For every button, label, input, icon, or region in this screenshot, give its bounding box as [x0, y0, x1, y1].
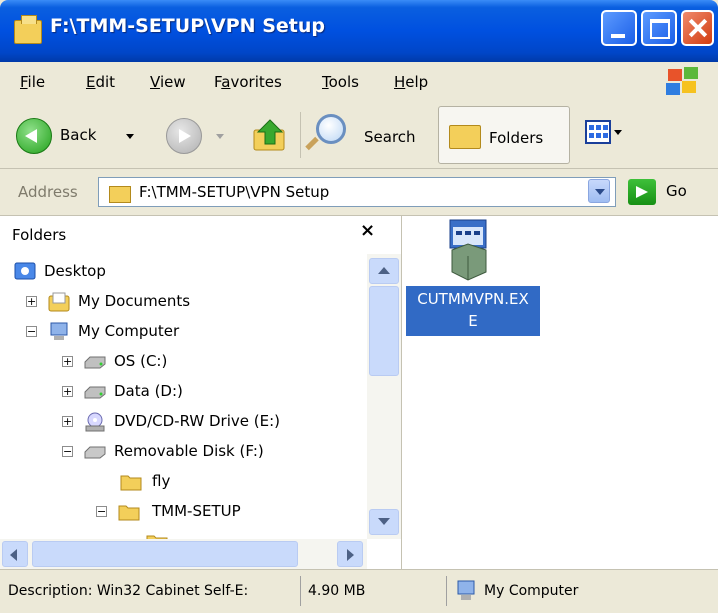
folders-pane-header: Folders ×	[0, 216, 401, 252]
status-divider	[446, 576, 447, 606]
up-folder-icon[interactable]	[252, 118, 288, 152]
expand-icon[interactable]: +	[62, 356, 73, 367]
folders-button-label: Folders	[489, 129, 544, 147]
menu-help[interactable]: Help	[394, 73, 428, 91]
folders-pane-title: Folders	[12, 226, 67, 244]
tree-item-label: My Computer	[78, 322, 180, 340]
folder-icon	[120, 475, 142, 491]
forward-arrow-icon[interactable]	[166, 118, 202, 154]
search-button-label[interactable]: Search	[364, 128, 416, 146]
tree-item-label: OS (C:)	[114, 352, 168, 370]
tree-item-label: Data (D:)	[114, 382, 183, 400]
menu-file[interactable]: File	[20, 73, 45, 91]
status-divider	[300, 576, 301, 606]
go-button-label[interactable]: Go	[666, 182, 687, 200]
collapse-icon[interactable]: −	[96, 506, 107, 517]
close-button[interactable]	[681, 10, 714, 46]
tree-item-label: TMM-SETUP	[152, 502, 241, 520]
back-dropdown-icon[interactable]	[126, 134, 134, 139]
scroll-right-icon[interactable]	[337, 541, 363, 567]
toolbar-divider	[300, 112, 301, 158]
title-bar[interactable]: F:\TMM-SETUP\VPN Setup	[0, 0, 718, 62]
window-title: F:\TMM-SETUP\VPN Setup	[50, 15, 325, 37]
hard-drive-icon	[84, 356, 106, 369]
my-computer-icon	[50, 322, 68, 340]
status-bar: Description: Win32 Cabinet Self-E: 4.90 …	[0, 569, 718, 613]
folder-icon	[14, 15, 42, 44]
tree-item-label: Desktop	[44, 262, 106, 280]
menu-view[interactable]: View	[150, 73, 186, 91]
tree-item-label: Removable Disk (F:)	[114, 442, 264, 460]
folders-pane: Folders × Desktop + My Documents − My Co…	[0, 216, 402, 569]
my-computer-icon	[457, 580, 475, 600]
menu-bar: File Edit View Favorites Tools Help	[0, 62, 718, 103]
scroll-thumb[interactable]	[32, 541, 298, 567]
tree-item-label: DVD/CD-RW Drive (E:)	[114, 412, 280, 430]
scroll-up-icon[interactable]	[369, 258, 399, 284]
search-icon[interactable]	[316, 114, 346, 144]
installer-exe-icon[interactable]	[444, 218, 492, 282]
folder-icon	[146, 535, 168, 539]
status-description: Description: Win32 Cabinet Self-E:	[8, 583, 249, 599]
expand-icon[interactable]: +	[62, 416, 73, 427]
menu-edit[interactable]: Edit	[86, 73, 115, 91]
collapse-icon[interactable]: −	[26, 326, 37, 337]
my-documents-icon	[48, 292, 70, 312]
horizontal-scrollbar[interactable]	[0, 539, 367, 569]
vertical-scrollbar[interactable]	[367, 254, 401, 539]
tree-item-label: My Documents	[78, 292, 191, 310]
address-dropdown-icon[interactable]	[588, 179, 610, 203]
address-input[interactable]: F:\TMM-SETUP\VPN Setup	[98, 177, 616, 207]
desktop-icon	[14, 262, 36, 280]
file-name-line2: E	[468, 312, 478, 330]
scroll-thumb[interactable]	[369, 286, 399, 376]
scroll-down-icon[interactable]	[369, 509, 399, 535]
minimize-button[interactable]	[601, 10, 637, 46]
views-icon[interactable]	[585, 120, 611, 144]
forward-dropdown-icon[interactable]	[216, 134, 224, 139]
address-label: Address	[18, 183, 78, 201]
menu-favorites[interactable]: Favorites	[214, 73, 282, 91]
folder-icon	[109, 186, 131, 203]
file-label-selected[interactable]: CUTMMVPN.EX E	[406, 286, 540, 336]
status-zone: My Computer	[484, 583, 579, 599]
folder-icon	[118, 505, 140, 521]
address-bar: Address F:\TMM-SETUP\VPN Setup Go	[0, 169, 718, 216]
back-button-label[interactable]: Back	[60, 126, 96, 144]
expand-icon[interactable]: +	[62, 386, 73, 397]
menu-tools[interactable]: Tools	[322, 73, 359, 91]
windows-logo-icon	[666, 67, 700, 97]
scroll-left-icon[interactable]	[2, 541, 28, 567]
file-name-line1: CUTMMVPN.EX	[417, 290, 529, 308]
collapse-icon[interactable]: −	[62, 446, 73, 457]
close-pane-icon[interactable]: ×	[360, 220, 375, 241]
views-dropdown-icon[interactable]	[614, 130, 622, 135]
back-arrow-icon[interactable]	[16, 118, 52, 154]
hard-drive-icon	[84, 386, 106, 399]
maximize-button[interactable]	[641, 10, 677, 46]
folder-tree: Desktop + My Documents − My Computer + O…	[0, 254, 367, 539]
cd-drive-icon	[85, 412, 105, 432]
folders-button[interactable]: Folders	[438, 106, 570, 164]
folders-icon	[449, 125, 481, 149]
expand-icon[interactable]: +	[26, 296, 37, 307]
status-size: 4.90 MB	[308, 583, 366, 599]
removable-disk-icon	[84, 446, 106, 459]
go-arrow-icon[interactable]	[628, 179, 656, 205]
address-value[interactable]: F:\TMM-SETUP\VPN Setup	[139, 183, 329, 201]
tree-item-label: fly	[152, 472, 171, 490]
